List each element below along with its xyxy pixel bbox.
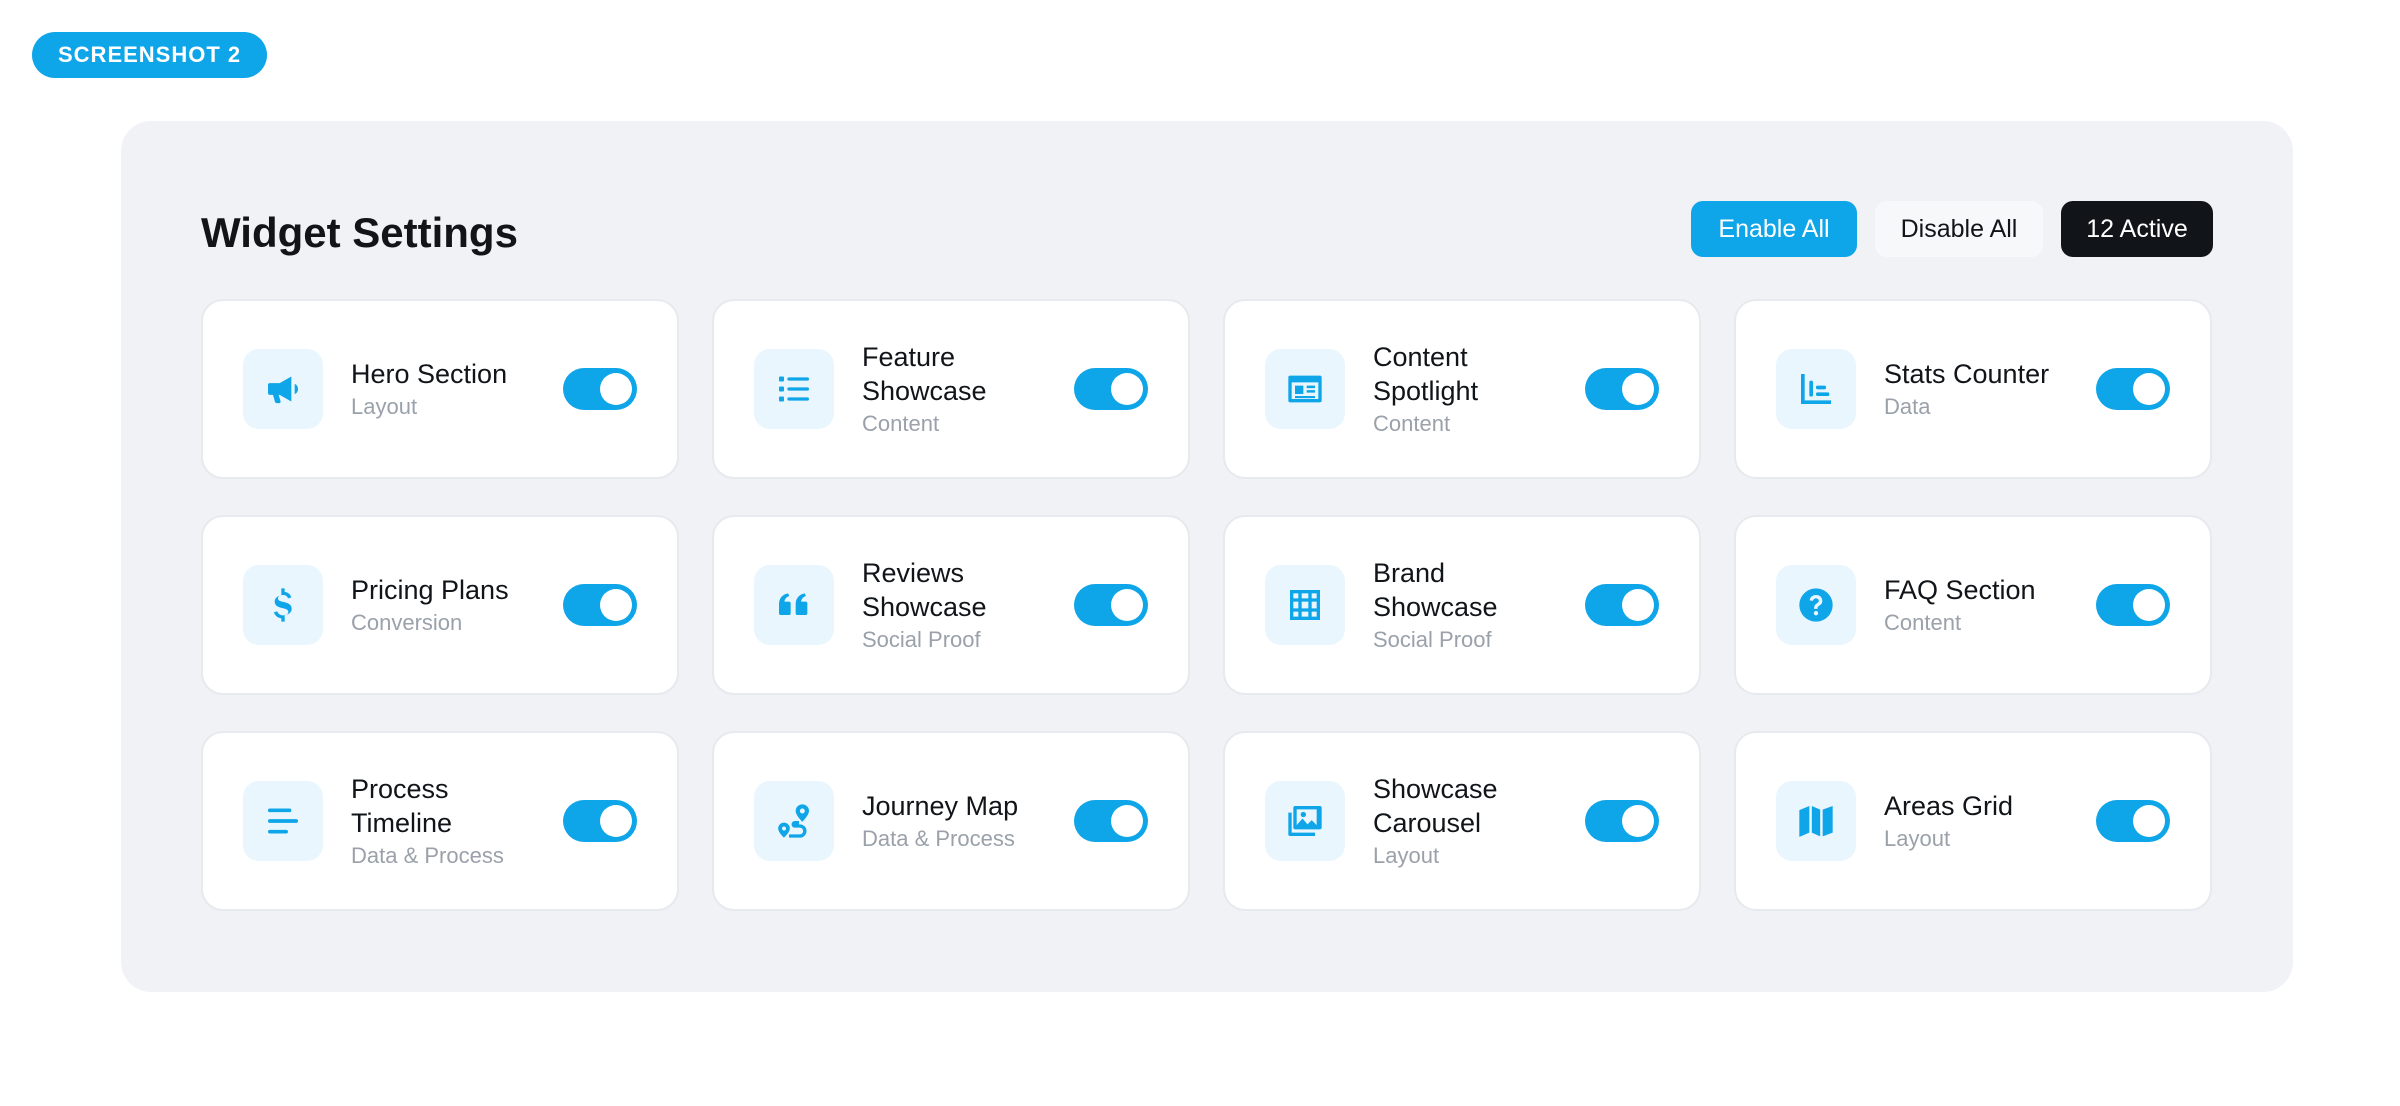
route-icon [754,781,834,861]
widget-name: Hero Section [351,359,508,389]
widget-card: Feature Showcase Content [712,299,1190,479]
widget-toggle[interactable] [1074,368,1148,410]
widget-name: Content Spotlight [1373,342,1479,406]
widget-settings-panel: Widget Settings Enable All Disable All 1… [121,121,2293,992]
question-icon [1776,565,1856,645]
dollar-icon [243,565,323,645]
widget-toggle[interactable] [563,800,637,842]
widget-card: Process Timeline Data & Process [201,731,679,911]
quote-icon [754,565,834,645]
widget-card: FAQ Section Content [1734,515,2212,695]
widget-name: Areas Grid [1884,791,2014,821]
list-icon [754,349,834,429]
widget-toggle[interactable] [1074,584,1148,626]
widget-category: Conversion [351,610,463,635]
widget-toggle[interactable] [1074,800,1148,842]
widget-card: Content Spotlight Content [1223,299,1701,479]
widget-toggle[interactable] [1585,368,1659,410]
widget-card: Stats Counter Data [1734,299,2212,479]
page-title: Widget Settings [201,209,518,256]
disable-all-button[interactable]: Disable All [1875,201,2043,257]
widget-card: Pricing Plans Conversion [201,515,679,695]
widget-name: Reviews Showcase [862,558,987,622]
widget-card: Showcase Carousel Layout [1223,731,1701,911]
widget-name: Pricing Plans [351,575,509,605]
widget-card: Brand Showcase Social Proof [1223,515,1701,695]
align-lines-icon [243,781,323,861]
widget-name: Feature Showcase [862,342,987,406]
id-card-icon [1265,349,1345,429]
widget-name: FAQ Section [1884,575,2036,605]
widget-category: Layout [1373,843,1440,868]
header-actions: Enable All Disable All 12 Active [1691,201,2213,257]
widget-category: Content [862,411,940,436]
widget-toggle[interactable] [563,584,637,626]
map-icon [1776,781,1856,861]
widget-toggle[interactable] [1585,800,1659,842]
widget-toggle[interactable] [2096,368,2170,410]
widget-name: Stats Counter [1884,359,2050,389]
widget-name: Showcase Carousel [1373,774,1498,838]
screenshot-badge: SCREENSHOT 2 [32,32,268,78]
widget-name: Brand Showcase [1373,558,1498,622]
bar-chart-icon [1776,349,1856,429]
widget-category: Layout [1884,826,1951,851]
megaphone-icon [243,349,323,429]
widget-card: Reviews Showcase Social Proof [712,515,1190,695]
widget-category: Data [1884,394,1931,419]
widget-toggle[interactable] [563,368,637,410]
widget-category: Data & Process [351,843,504,868]
widget-card: Hero Section Layout [201,299,679,479]
active-count-badge[interactable]: 12 Active [2061,201,2213,257]
widget-name: Journey Map [862,791,1019,821]
widget-category: Social Proof [862,627,981,652]
widget-card: Areas Grid Layout [1734,731,2212,911]
widget-category: Content [1884,610,1962,635]
grid-icon [1265,565,1345,645]
images-icon [1265,781,1345,861]
widget-toggle[interactable] [2096,800,2170,842]
widget-toggle[interactable] [1585,584,1659,626]
widget-category: Layout [351,394,418,419]
widget-category: Content [1373,411,1451,436]
widget-toggle[interactable] [2096,584,2170,626]
widget-grid: Hero Section Layout Feature Showcase Con… [201,299,2213,911]
widget-name: Process Timeline [351,774,453,838]
widget-card: Journey Map Data & Process [712,731,1190,911]
widget-category: Social Proof [1373,627,1492,652]
widget-category: Data & Process [862,826,1015,851]
enable-all-button[interactable]: Enable All [1691,201,1857,257]
